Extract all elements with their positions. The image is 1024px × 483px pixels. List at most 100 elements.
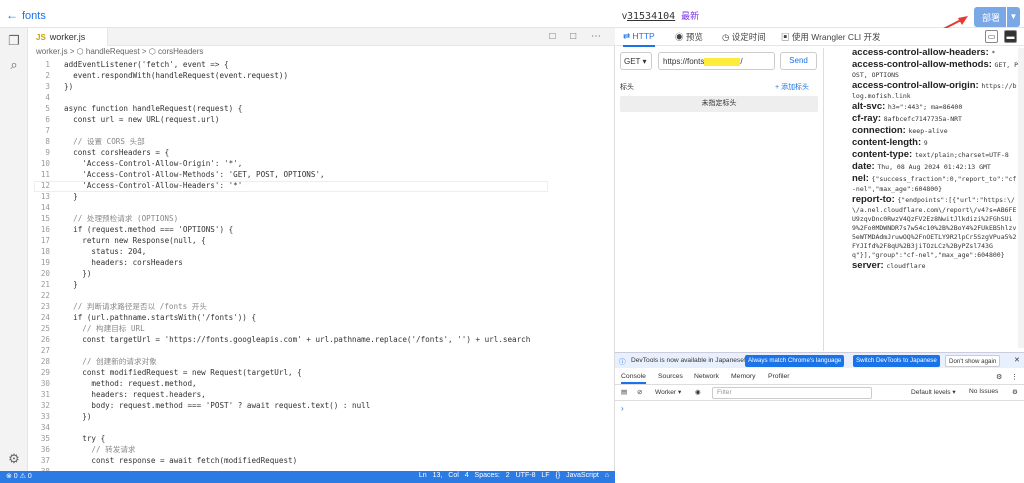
code-line[interactable]: 23 // 判断请求路径是否以 /fonts 开头 — [28, 301, 588, 312]
code-line[interactable]: 27 — [28, 345, 588, 356]
settings-icon[interactable]: ⚙ — [996, 373, 1002, 381]
editor-actions[interactable]: □ □ ⋯ — [549, 31, 607, 42]
devtools-language-notice: ⓘ DevTools is now available in Japanese!… — [615, 352, 1024, 368]
close-icon[interactable]: ✕ — [1014, 356, 1020, 364]
search-icon[interactable]: ⌕ — [7, 58, 21, 72]
code-line[interactable]: 28 // 创建新的请求对象 — [28, 356, 588, 367]
settings-gear-icon[interactable]: ⚙ — [7, 452, 21, 466]
code-line[interactable]: 37 const response = await fetch(modified… — [28, 455, 588, 466]
dont-show-button[interactable]: Don't show again — [945, 355, 1001, 367]
code-line[interactable]: 18 status: 204, — [28, 246, 588, 257]
code-line[interactable]: 14 — [28, 202, 588, 213]
code-line[interactable]: 5 async function handleRequest(request) { — [28, 103, 588, 114]
code-line[interactable]: 6 const url = new URL(request.url) — [28, 114, 588, 125]
response-header-row: report-to: {"endpoints":[{"url":"https:\… — [852, 194, 1020, 259]
response-scrollbar[interactable] — [1018, 48, 1024, 348]
tab-sources[interactable]: Sources — [658, 373, 683, 380]
line-number: 31 — [40, 390, 50, 399]
code-line[interactable]: 4 — [28, 92, 588, 103]
code-line[interactable]: 1 addEventListener('fetch', event => { — [28, 59, 588, 70]
code-line[interactable]: 3}) — [28, 81, 588, 92]
line-number: 20 — [40, 269, 50, 278]
response-header-row: date: Thu, 08 Aug 2024 01:42:13 GMT — [852, 161, 1020, 172]
response-header-row: server: cloudflare — [852, 260, 1020, 271]
console-settings-icon[interactable]: ⚙ — [1012, 388, 1018, 396]
tab-console[interactable]: Console — [621, 373, 646, 384]
code-line[interactable]: 16 if (request.method === 'OPTIONS') { — [28, 224, 588, 235]
files-icon[interactable]: ❐ — [7, 34, 21, 48]
sidebar-toggle-icon[interactable]: ▤ — [621, 388, 627, 396]
layout-icon[interactable]: ▬ — [1004, 30, 1017, 43]
url-suffix: / — [740, 57, 743, 66]
response-header-row: nel: {"success_fraction":0,"report_to":"… — [852, 173, 1020, 193]
line-number: 25 — [40, 324, 50, 333]
code-line[interactable]: 15 // 处理预检请求 (OPTIONS) — [28, 213, 588, 224]
tab-schedule[interactable]: ◷ 设定时间 — [722, 31, 766, 43]
console-prompt[interactable]: › — [621, 404, 624, 413]
code-line[interactable]: 17 return new Response(null, { — [28, 235, 588, 246]
code-text: const targetUrl = 'https://fonts.googlea… — [64, 335, 531, 344]
always-match-button[interactable]: Always match Chrome's language — [745, 355, 845, 367]
eye-icon[interactable]: ◉ — [695, 388, 701, 396]
code-line[interactable]: 34 — [28, 422, 588, 433]
code-line[interactable]: 30 method: request.method, — [28, 378, 588, 389]
code-text: }) — [64, 412, 92, 421]
tab-preview-label: 预览 — [685, 32, 703, 42]
line-number: 11 — [40, 170, 50, 179]
issues-count[interactable]: No Issues — [969, 388, 998, 395]
url-input[interactable]: https://fonts / — [658, 52, 775, 70]
context-select[interactable]: Worker ▾ — [655, 388, 681, 396]
code-line[interactable]: 33 }) — [28, 411, 588, 422]
more-icon[interactable]: ⋮ — [1011, 373, 1018, 381]
tab-worker-js[interactable]: JS worker.js — [28, 28, 108, 46]
code-line[interactable]: 11 'Access-Control-Allow-Methods': 'GET,… — [28, 169, 588, 180]
code-line[interactable]: 2 event.respondWith(handleRequest(event.… — [28, 70, 588, 81]
status-right[interactable]: Ln 13, Col 4 Spaces: 2 UTF-8 LF {} JavaS… — [419, 472, 609, 479]
code-text: } — [64, 192, 78, 201]
code-line[interactable]: 25 // 构建目标 URL — [28, 323, 588, 334]
tab-preview[interactable]: ◉ 预览 — [675, 31, 703, 43]
tab-http[interactable]: ⇄ HTTP — [623, 31, 655, 47]
code-line[interactable]: 24 if (url.pathname.startsWith('/fonts')… — [28, 312, 588, 323]
header-key: connection: — [852, 125, 909, 136]
code-line[interactable]: 31 headers: request.headers, — [28, 389, 588, 400]
tab-profiler[interactable]: Profiler — [768, 373, 790, 380]
code-line[interactable]: 26 const targetUrl = 'https://fonts.goog… — [28, 334, 588, 345]
problems-count[interactable]: ⊗ 0 ⚠ 0 — [6, 472, 32, 480]
response-header-row: access-control-allow-origin: https://blo… — [852, 80, 1020, 100]
code-line[interactable]: 36 // 转发请求 — [28, 444, 588, 455]
divider — [823, 48, 824, 351]
line-number: 9 — [45, 148, 50, 157]
tab-network[interactable]: Network — [694, 373, 719, 380]
code-line[interactable]: 10 'Access-Control-Allow-Origin': '*', — [28, 158, 588, 169]
code-line[interactable]: 13 } — [28, 191, 588, 202]
levels-select[interactable]: Default levels ▾ — [911, 388, 956, 396]
add-header-button[interactable]: + 添加标头 — [775, 82, 809, 92]
clear-console-icon[interactable]: ⊘ — [637, 388, 643, 396]
filter-input[interactable]: Filter — [712, 387, 872, 399]
code-line[interactable]: 22 — [28, 290, 588, 301]
code-text: // 构建目标 URL — [64, 324, 145, 333]
code-line[interactable]: 9 const corsHeaders = { — [28, 147, 588, 158]
tab-memory[interactable]: Memory — [731, 373, 756, 380]
code-line[interactable]: 20 }) — [28, 268, 588, 279]
breadcrumb[interactable]: worker.js > ⬡ handleRequest > ⬡ corsHead… — [36, 47, 203, 56]
line-number: 19 — [40, 258, 50, 267]
tab-wrangler[interactable]: ▣ 使用 Wrangler CLI 开发 — [781, 31, 881, 43]
http-method-select[interactable]: GET ▾ — [620, 52, 652, 70]
code-line[interactable]: 7 — [28, 125, 588, 136]
code-line[interactable]: 32 body: request.method === 'POST' ? awa… — [28, 400, 588, 411]
send-button[interactable]: Send — [780, 52, 817, 70]
panel-tabs: ⇄ HTTP ◉ 预览 ◷ 设定时间 ▣ 使用 Wrangler CLI 开发 … — [615, 28, 1024, 47]
code-line[interactable]: 8 // 设置 CORS 头部 — [28, 136, 588, 147]
switch-japanese-button[interactable]: Switch DevTools to Japanese — [853, 355, 940, 367]
editor-tab-bar: JS worker.js □ □ ⋯ — [28, 28, 615, 46]
split-view-icon[interactable]: ▭ — [985, 30, 998, 43]
code-area[interactable]: 1 addEventListener('fetch', event => {2 e… — [28, 59, 615, 471]
code-line[interactable]: 29 const modifiedRequest = new Request(t… — [28, 367, 588, 378]
code-line[interactable]: 21 } — [28, 279, 588, 290]
response-header-row: content-length: 9 — [852, 137, 1020, 148]
code-line[interactable]: 35 try { — [28, 433, 588, 444]
code-line[interactable]: 19 headers: corsHeaders — [28, 257, 588, 268]
line-number: 33 — [40, 412, 50, 421]
